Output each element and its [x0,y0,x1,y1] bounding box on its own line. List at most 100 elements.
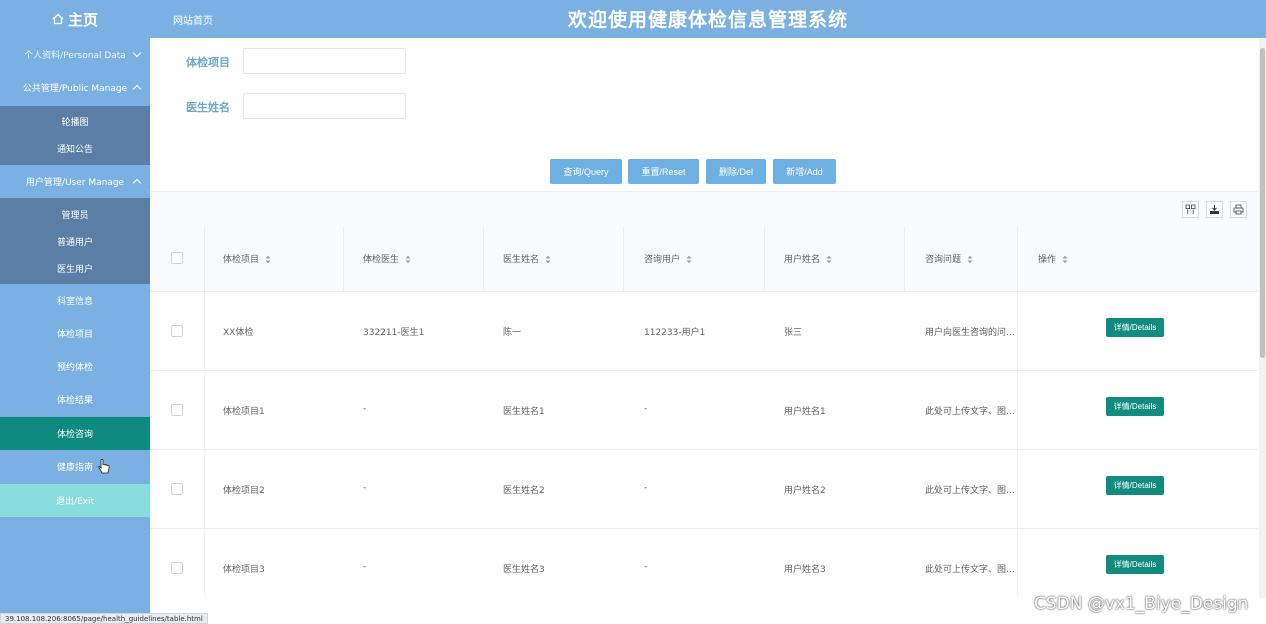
hand-cursor-icon [98,459,110,474]
sidebar-item-notice[interactable]: 通知公告 [0,135,150,162]
brand-label: 主页 [67,10,98,29]
sidebar-item-admin[interactable]: 管理员 [0,201,150,228]
sidebar-item-exam-project[interactable]: 体检项目 [0,317,150,350]
query-button[interactable]: 查询/Query [550,159,622,184]
cell-exam-project: 体检项目2 [223,486,265,496]
scrollbar-thumb[interactable] [1260,48,1265,358]
column-header-label: 操作 [1038,255,1057,265]
group-label: 用户管理/User Manage [25,178,125,188]
app-root: 主页 个人资料/Personal Data 公共管理/Public Manage… [0,0,1266,624]
column-header-exam-project[interactable]: 体检项目 [223,252,271,265]
row-checkbox[interactable] [171,562,183,574]
column-divider [204,529,205,598]
cell-question: 此处可上传文字、图... [925,565,1015,575]
column-header-label: 医生姓名 [503,255,540,265]
sidebar-item-carousel[interactable]: 轮播图 [0,108,150,135]
row-checkbox[interactable] [171,404,183,416]
exam-project-input[interactable] [243,48,406,74]
cell-exam-doctor: 332211-医生1 [363,328,425,338]
export-icon[interactable] [1206,201,1223,218]
chevron-up-icon [132,84,142,94]
sort-icon [967,255,973,264]
table-row: 体检项目3 - 医生姓名3 - 用户姓名3 此处可上传文字、图... 详情/De… [150,529,1258,598]
exam-project-label: 体检项目 [186,56,230,69]
column-divider [483,226,484,292]
sort-icon [265,255,271,264]
group-label: 公共管理/Public Manage [22,84,128,94]
row-checkbox[interactable] [171,325,183,337]
delete-button[interactable]: 删除/Del [706,159,766,184]
exit-button[interactable]: 退出/Exit [0,484,150,517]
cell-consult-user: - [644,483,648,493]
cell-exam-doctor: - [363,483,367,493]
sidebar-item-normal-user[interactable]: 普通用户 [0,228,150,255]
column-divider [904,226,905,292]
column-divider [1017,292,1018,371]
details-button[interactable]: 详情/Details [1106,476,1164,495]
sort-icon [1062,255,1068,264]
table-row: 体检项目2 - 医生姓名2 - 用户姓名2 此处可上传文字、图... 详情/De… [150,450,1258,529]
print-icon[interactable] [1230,201,1247,218]
home-icon [52,13,64,25]
doctor-name-input[interactable] [243,93,406,119]
sidebar-item-doctor-user[interactable]: 医生用户 [0,255,150,282]
cell-exam-project: 体检项目1 [223,407,265,417]
cell-exam-doctor: - [363,404,367,414]
sidebar: 主页 个人资料/Personal Data 公共管理/Public Manage… [0,0,150,614]
column-divider [204,371,205,450]
column-header-doctor-name[interactable]: 医生姓名 [503,252,551,265]
sidebar-item-exam-result[interactable]: 体检结果 [0,383,150,416]
column-divider [1017,450,1018,529]
select-all-checkbox[interactable] [171,252,183,264]
sidebar-brand[interactable]: 主页 [0,0,150,38]
column-header-exam-doctor[interactable]: 体检医生 [363,252,411,265]
vertical-scrollbar[interactable] [1259,38,1266,598]
column-header-actions[interactable]: 操作 [1038,252,1068,265]
sidebar-item-consultation[interactable]: 体检咨询 [0,417,150,450]
column-divider [204,450,205,529]
column-divider [204,292,205,371]
column-header-user-name[interactable]: 用户姓名 [784,252,832,265]
top-header: 网站首页 欢迎使用健康体检信息管理系统 [150,0,1266,38]
cell-doctor-name: 陈一 [503,328,522,338]
cell-question: 用户向医生咨询的问... [925,328,1015,338]
column-header-label: 体检项目 [223,255,260,265]
column-divider [204,226,205,292]
cell-consult-user: - [644,404,648,414]
reset-button[interactable]: 重置/Reset [628,159,699,184]
details-button[interactable]: 详情/Details [1106,397,1164,416]
sidebar-group-personal-data[interactable]: 个人资料/Personal Data [0,38,150,71]
column-divider [343,226,344,292]
cell-doctor-name: 医生姓名2 [503,486,545,496]
column-divider [764,226,765,292]
cell-question: 此处可上传文字、图... [925,486,1015,496]
table-header: 体检项目 体检医生 医生姓名 咨询用户 用户姓名 咨询问题 操作 [150,226,1258,292]
chevron-up-icon [132,178,142,188]
cell-exam-project: XX体检 [223,328,254,338]
column-header-question[interactable]: 咨询问题 [925,252,973,265]
submenu-public-manage: 轮播图 通知公告 [0,106,150,165]
doctor-name-label: 医生姓名 [186,101,230,114]
sort-icon [545,255,551,264]
sidebar-item-health-guide[interactable]: 健康指南 [0,450,150,483]
sidebar-group-user-manage[interactable]: 用户管理/User Manage [0,165,150,198]
cell-consult-user: 112233-用户1 [644,328,706,338]
column-divider [1017,226,1018,292]
column-header-label: 咨询用户 [644,255,681,265]
columns-icon[interactable] [1182,201,1199,218]
sidebar-item-department[interactable]: 科室信息 [0,284,150,317]
column-header-label: 体检医生 [363,255,400,265]
sidebar-item-appointment[interactable]: 预约体检 [0,350,150,383]
add-button[interactable]: 新增/Add [773,159,836,184]
column-divider [623,226,624,292]
column-header-consult-user[interactable]: 咨询用户 [644,252,692,265]
cell-user-name: 张三 [784,328,803,338]
sidebar-group-public-manage[interactable]: 公共管理/Public Manage [0,71,150,104]
details-button[interactable]: 详情/Details [1106,555,1164,574]
cell-exam-doctor: - [363,562,367,572]
cell-question: 此处可上传文字、图... [925,407,1015,417]
cell-user-name: 用户姓名3 [784,565,826,575]
details-button[interactable]: 详情/Details [1106,318,1164,337]
row-checkbox[interactable] [171,483,183,495]
page-title: 欢迎使用健康体检信息管理系统 [567,9,848,31]
